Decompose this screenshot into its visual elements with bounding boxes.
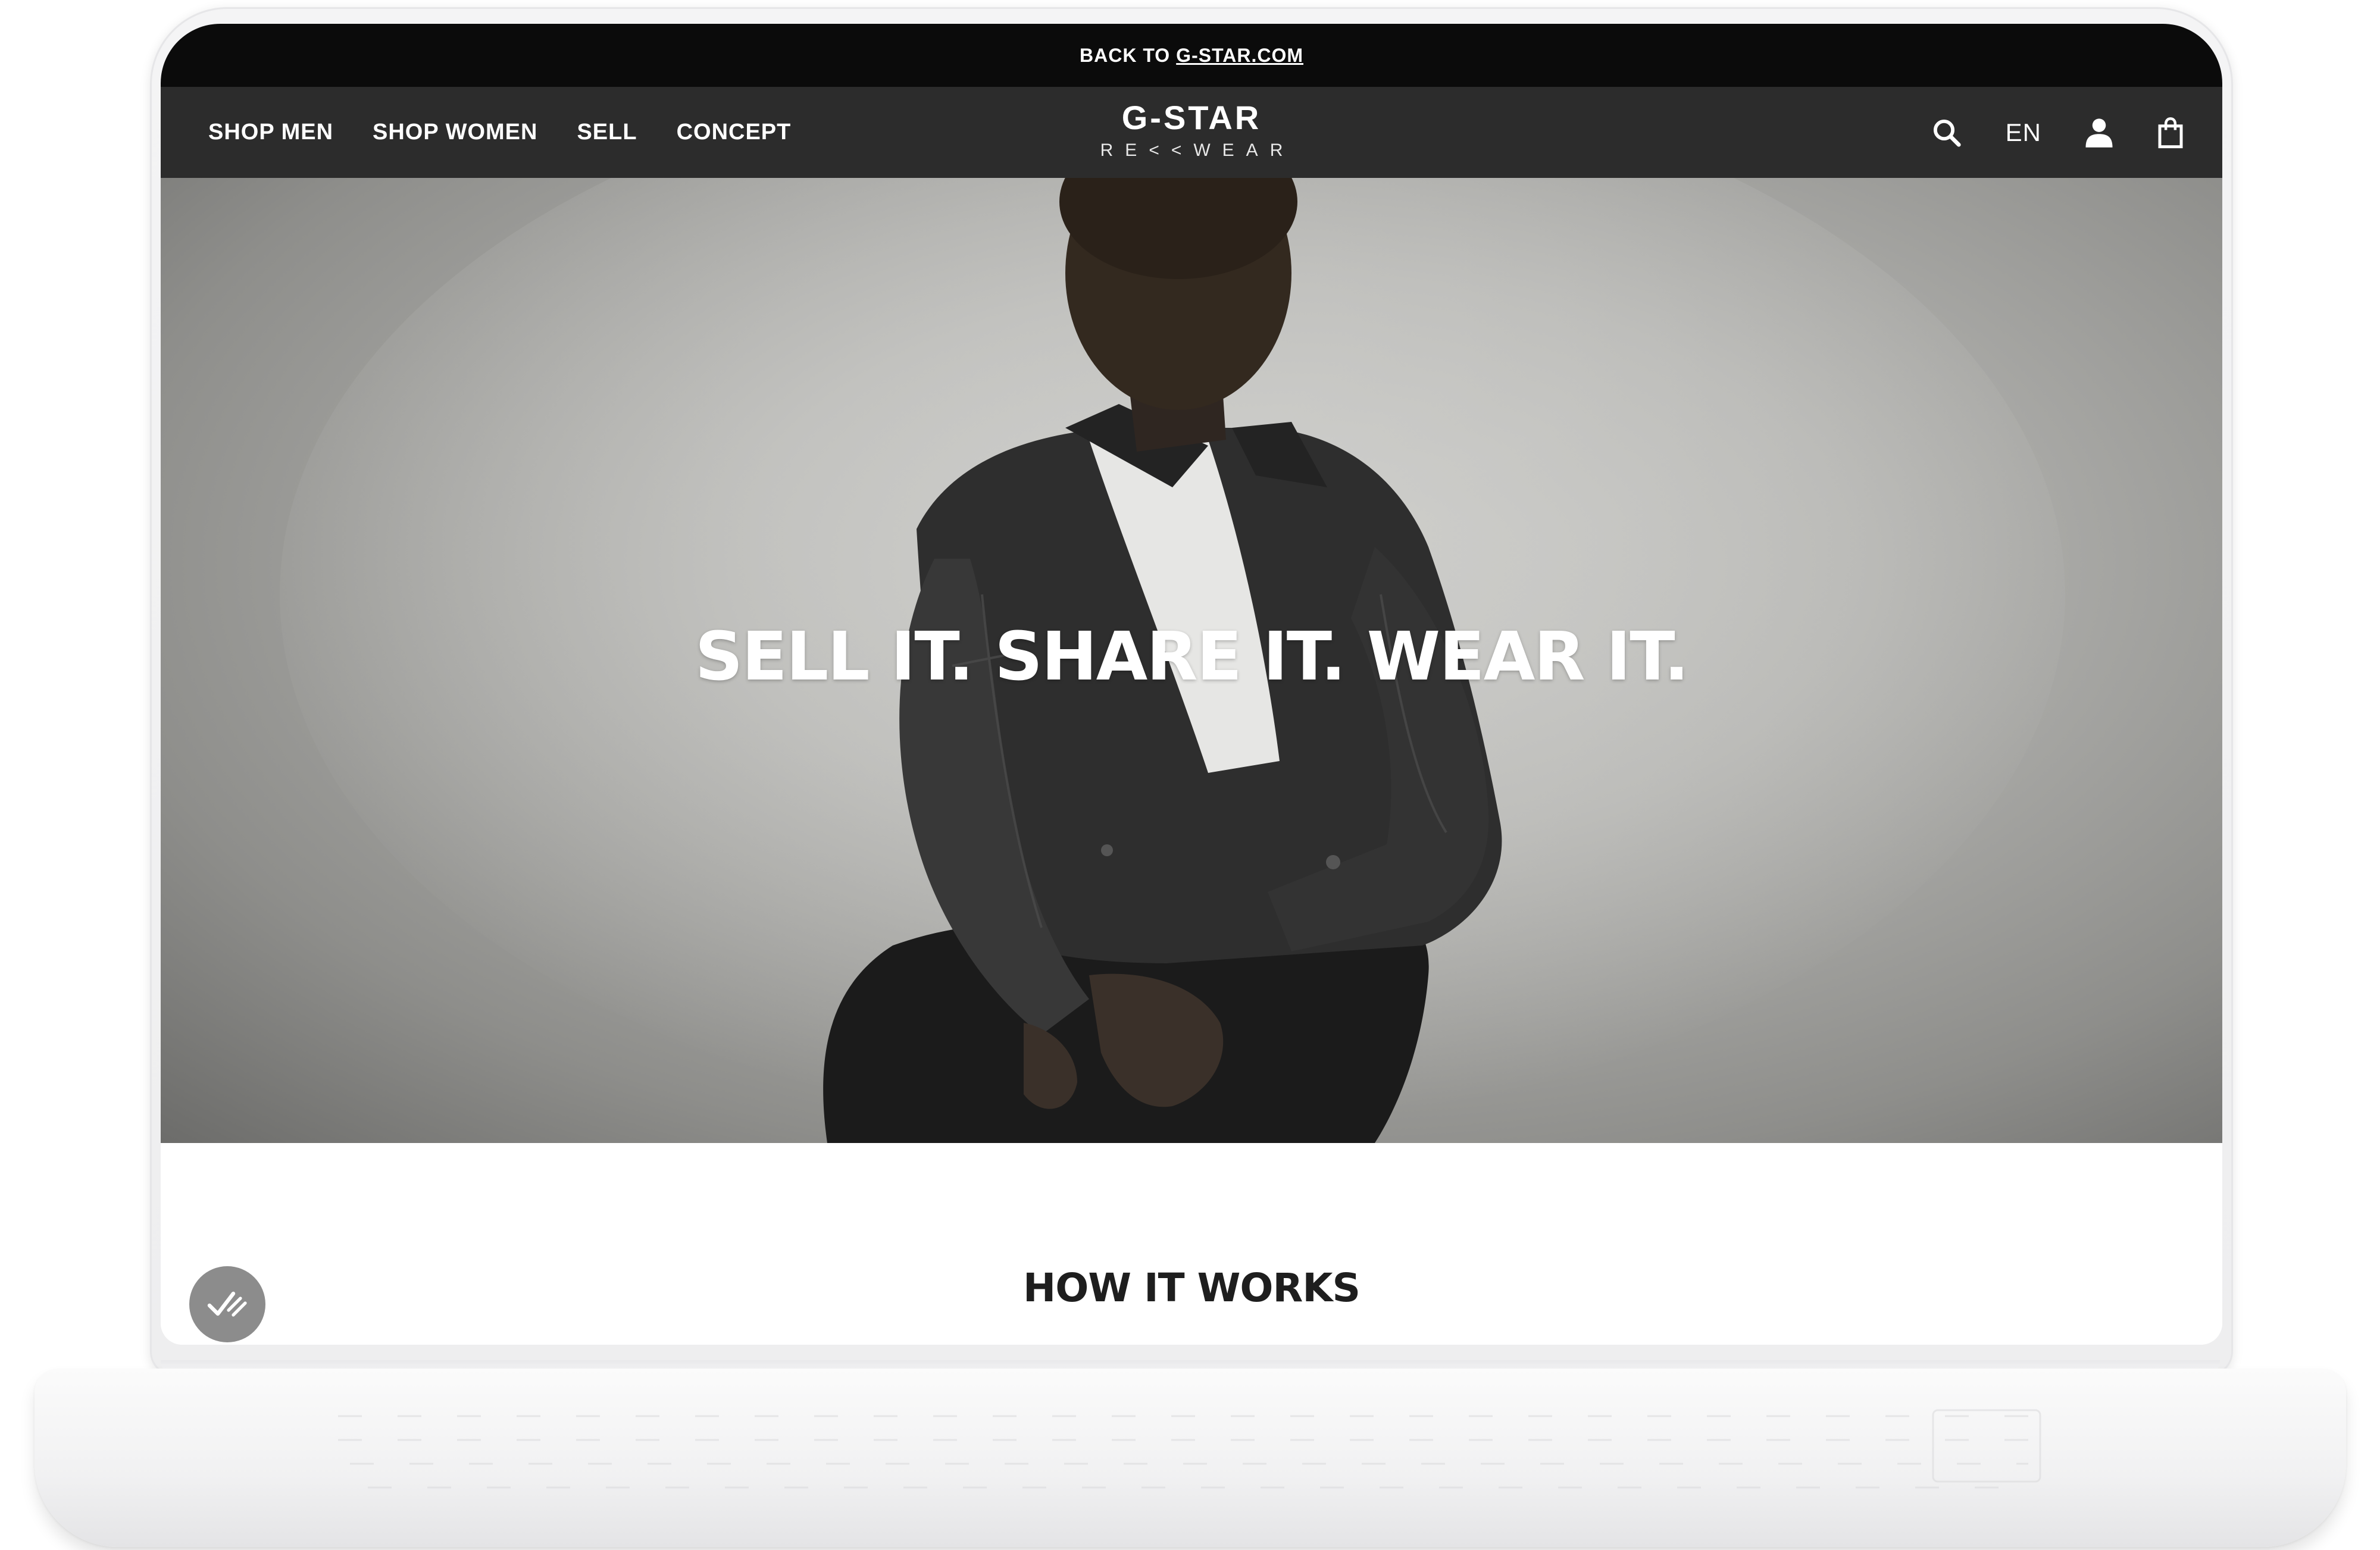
laptop-base [35, 1369, 2346, 1547]
logo-sub-text: RE<<WEAR [1100, 140, 1295, 160]
browser-screen: BACK TO G-STAR.COM SHOP MEN SHOP WOMEN S… [161, 24, 2222, 1345]
nav-shop-women[interactable]: SHOP WOMEN [373, 120, 537, 145]
hero-headline: SELL IT. SHARE IT. WEAR IT. [695, 618, 1690, 696]
nav-actions: EN [1931, 87, 2184, 178]
user-icon[interactable] [2084, 117, 2114, 149]
main-navbar: SHOP MEN SHOP WOMEN SELL CONCEPT G-STAR … [161, 87, 2222, 178]
nav-concept[interactable]: CONCEPT [677, 120, 792, 145]
topbar-prefix: BACK TO [1079, 44, 1171, 66]
hero-banner: SELL IT. SHARE IT. WEAR IT. [161, 178, 2222, 1143]
nav-sell[interactable]: SELL [577, 120, 637, 145]
keyboard-graphic [338, 1409, 2041, 1489]
search-icon[interactable] [1931, 117, 1963, 149]
language-selector[interactable]: EN [2006, 118, 2041, 147]
logo-main-text: G-STAR [1121, 99, 1262, 136]
nav-menu: SHOP MEN SHOP WOMEN SELL CONCEPT [208, 120, 791, 145]
top-announcement-bar: BACK TO G-STAR.COM [161, 24, 2222, 87]
section-title: HOW IT WORKS [1022, 1265, 1361, 1311]
back-to-gstar-link[interactable]: G-STAR.COM [1176, 45, 1303, 67]
shopping-bag-icon[interactable] [2157, 117, 2184, 149]
how-it-works-section: HOW IT WORKS [161, 1143, 2222, 1345]
brand-logo[interactable]: G-STAR RE<<WEAR [1089, 99, 1295, 161]
nav-shop-men[interactable]: SHOP MEN [208, 120, 333, 145]
